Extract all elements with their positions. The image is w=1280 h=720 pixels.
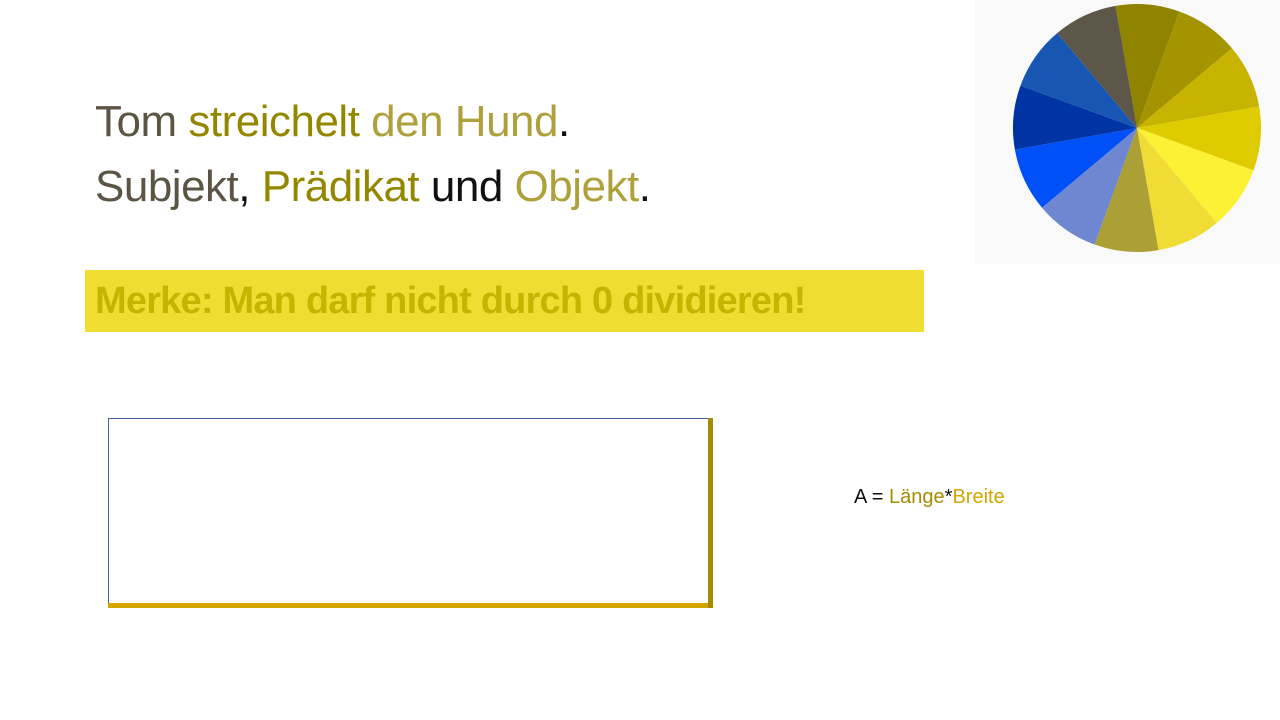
term-period: . bbox=[638, 162, 651, 211]
merke-label: Merke: bbox=[95, 280, 214, 322]
term-predicate: Prädikat bbox=[261, 162, 420, 211]
term-and: und bbox=[430, 162, 503, 211]
merke-text: Merke: Man darf nicht durch 0 dividieren… bbox=[95, 278, 806, 324]
area-formula: A = Länge*Breite bbox=[854, 484, 1005, 510]
rectangle-length-edge bbox=[108, 603, 713, 608]
merke-banner: Merke: Man darf nicht durch 0 dividieren… bbox=[85, 270, 924, 332]
merke-message: Man darf nicht durch 0 dividieren! bbox=[222, 280, 806, 322]
term-comma: , bbox=[238, 162, 250, 211]
rectangle-shape bbox=[108, 418, 710, 605]
term-object: Objekt bbox=[514, 162, 640, 211]
term-subject: Subjekt bbox=[95, 162, 239, 211]
formula-length: Länge bbox=[889, 486, 945, 508]
sentence-object: den Hund bbox=[371, 97, 558, 146]
sentence-period: . bbox=[558, 97, 570, 146]
sentence-predicate: streichelt bbox=[188, 97, 360, 146]
color-wheel-image bbox=[975, 0, 1280, 264]
example-sentence: Tom streichelt den Hund. bbox=[95, 96, 570, 148]
formula-width: Breite bbox=[952, 486, 1005, 508]
rectangle-width-edge bbox=[708, 418, 713, 608]
formula-lhs: A = bbox=[854, 486, 884, 508]
grammar-terms: Subjekt, Prädikat und Objekt. bbox=[95, 161, 651, 213]
color-wheel bbox=[1012, 3, 1262, 253]
sentence-subject: Tom bbox=[95, 97, 177, 146]
